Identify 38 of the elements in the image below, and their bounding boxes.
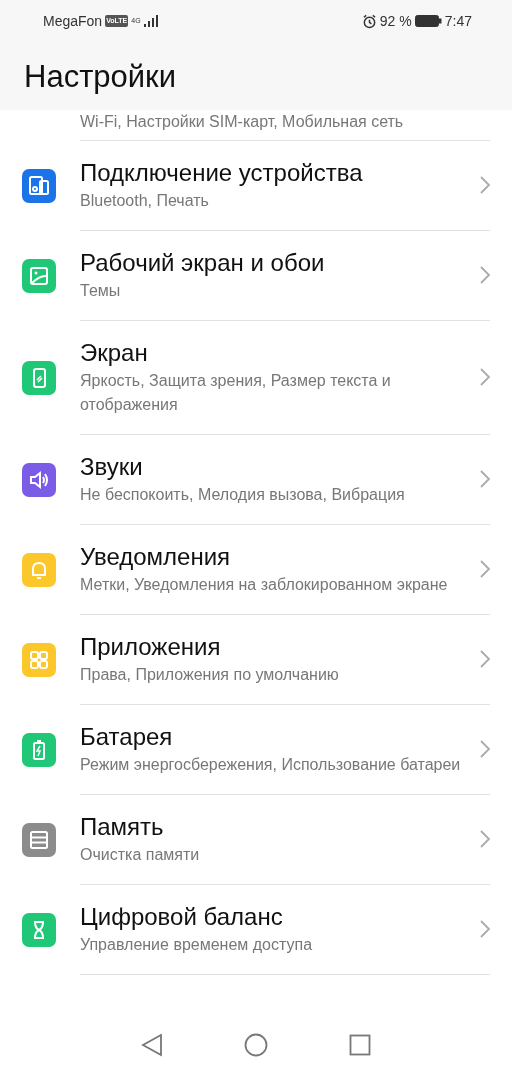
item-subtitle: Bluetooth, Печать: [80, 191, 210, 211]
item-subtitle: Управление временем доступа: [80, 935, 314, 955]
chevron-right-icon: [480, 266, 490, 284]
item-title[interactable]: Цифровой баланс: [80, 901, 480, 933]
item-subtitle: Права, Приложения по умолчанию: [80, 665, 340, 685]
chevron-right-icon: [480, 650, 490, 668]
recents-icon[interactable]: [349, 1034, 372, 1056]
item-subtitle: Темы: [80, 281, 122, 301]
signal-icon: [143, 15, 158, 27]
page-title: Настройки: [23, 58, 177, 96]
chevron-right-icon: [480, 176, 490, 194]
item-title[interactable]: Батарея: [80, 721, 480, 753]
chevron-right-icon: [480, 830, 490, 848]
clock-time: 7:47: [444, 13, 472, 29]
alarm-icon: [361, 13, 377, 29]
item-subtitle: Метки, Уведомления на заблокированном экране: [80, 575, 449, 595]
item-title[interactable]: Экран: [80, 337, 480, 369]
item-title[interactable]: Уведомления: [80, 541, 480, 573]
home-icon[interactable]: [244, 1033, 268, 1057]
carrier-name: MegaFon: [43, 13, 103, 29]
item-subtitle: Режим энергосбережения, Использование батареи: [80, 755, 462, 775]
item-title[interactable]: Рабочий экран и обои: [80, 247, 480, 279]
item-subtitle: Очистка памяти: [80, 845, 201, 865]
chevron-right-icon: [480, 920, 490, 938]
battery-percent: 92 %: [379, 13, 412, 29]
battery-icon: [414, 15, 442, 27]
item-title[interactable]: Приложения: [80, 631, 480, 663]
item-title[interactable]: Звуки: [80, 451, 480, 483]
item-subtitle: Яркость, Защита зрения, Размер текста и отображения: [80, 371, 392, 415]
chevron-right-icon: [480, 470, 490, 488]
item-subtitle: Не беспокоить, Мелодия вызова, Вибрация: [80, 485, 406, 505]
chevron-right-icon: [480, 560, 490, 578]
item-subtitle: Wi-Fi, Настройки SIM-карт, Мобильная сеть: [80, 112, 404, 132]
back-icon[interactable]: [140, 1033, 163, 1057]
chevron-right-icon: [480, 368, 490, 386]
chevron-right-icon: [480, 740, 490, 758]
item-title[interactable]: Подключение устройства: [80, 157, 480, 189]
item-title[interactable]: Память: [80, 811, 480, 843]
